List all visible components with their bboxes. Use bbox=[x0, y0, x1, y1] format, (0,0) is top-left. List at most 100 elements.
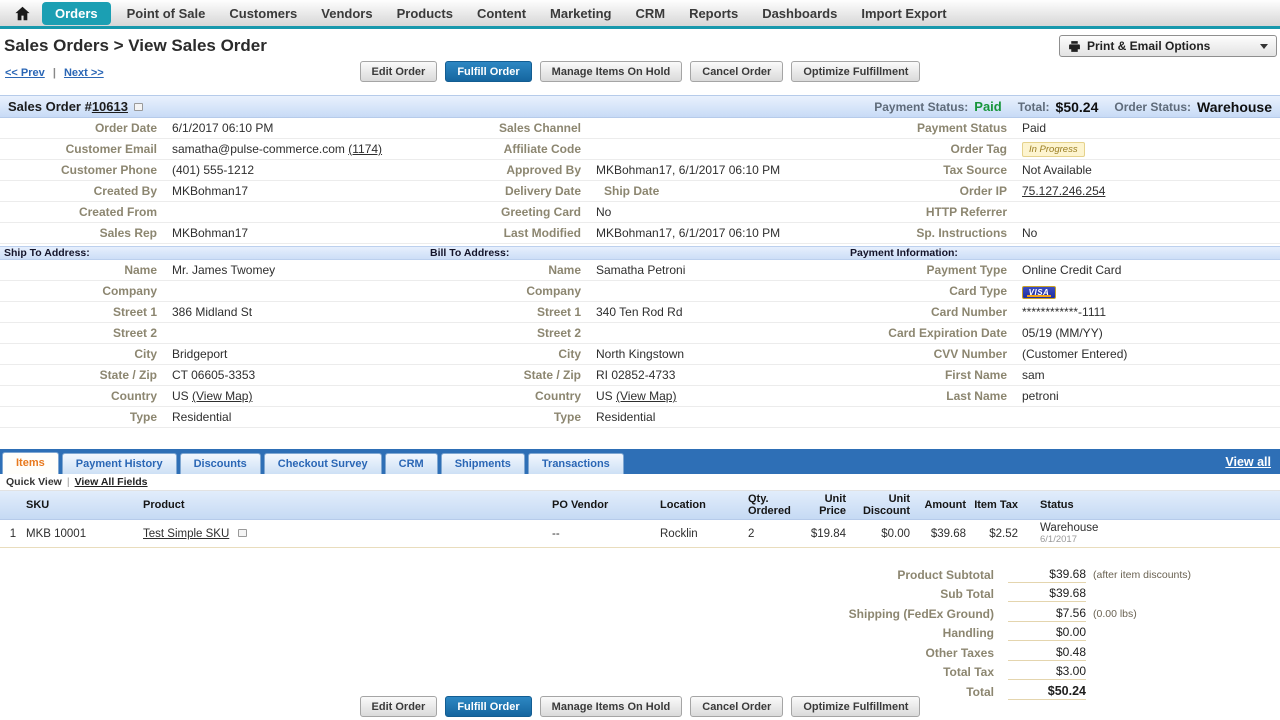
total-row-label: Other Taxes bbox=[925, 645, 994, 660]
toolbar: << Prev | Next >> Edit Order Fulfill Ord… bbox=[0, 61, 1280, 89]
tab-payment-history[interactable]: Payment History bbox=[61, 453, 177, 474]
view-all-link[interactable]: View all bbox=[1225, 455, 1280, 474]
total-row-value: $39.68 bbox=[1008, 567, 1086, 583]
optimize-fulfillment-button[interactable]: Optimize Fulfillment bbox=[791, 61, 921, 82]
col-unit-discount: Unit Discount bbox=[862, 493, 910, 517]
tab-checkout-survey[interactable]: Checkout Survey bbox=[263, 453, 382, 474]
product-cell: Test Simple SKU bbox=[143, 528, 552, 540]
address-row: City Bridgeport City North Kingstown CVV… bbox=[0, 344, 1280, 365]
col-qty-ordered: Qty. Ordered bbox=[748, 493, 791, 517]
manage-items-on-hold-button[interactable]: Manage Items On Hold bbox=[539, 61, 683, 82]
customer-email: samatha@pulse-commerce.com bbox=[172, 142, 345, 156]
unit-price-cell: $19.84 bbox=[810, 527, 846, 540]
comment-icon[interactable] bbox=[133, 102, 143, 111]
view-map-link[interactable]: (View Map) bbox=[192, 389, 252, 403]
table-row: 1 MKB 10001 Test Simple SKU -- Rocklin 2… bbox=[0, 520, 1280, 548]
field-label: Created From bbox=[78, 205, 157, 219]
field-value: Online Credit Card bbox=[1022, 263, 1122, 277]
field-value: No bbox=[596, 205, 612, 219]
fulfill-order-button[interactable]: Fulfill Order bbox=[445, 696, 532, 717]
nav-item-crm[interactable]: CRM bbox=[623, 2, 677, 25]
field-value: North Kingstown bbox=[596, 347, 685, 361]
nav-item-content[interactable]: Content bbox=[465, 2, 538, 25]
print-email-options-button[interactable]: Print & Email Options bbox=[1059, 35, 1277, 57]
order-summary-bar: Sales Order # 10613 Payment Status: Paid… bbox=[0, 95, 1280, 118]
order-ip-link[interactable]: 75.127.246.254 bbox=[1022, 184, 1105, 198]
nav-item-orders[interactable]: Orders bbox=[42, 1, 111, 25]
field-label: Country bbox=[111, 389, 157, 403]
country-value: US bbox=[172, 389, 189, 403]
nav-item-products[interactable]: Products bbox=[385, 2, 465, 25]
field-label: Delivery Date bbox=[504, 184, 581, 198]
field-label: State / Zip bbox=[99, 368, 157, 382]
nav-item-dashboards[interactable]: Dashboards bbox=[750, 2, 849, 25]
field-label: Tax Source bbox=[943, 163, 1007, 177]
qty-cell: 2 bbox=[748, 527, 755, 540]
field-label: Card Expiration Date bbox=[888, 326, 1007, 340]
tab-discounts[interactable]: Discounts bbox=[179, 453, 261, 474]
field-label: Sales Rep bbox=[99, 226, 157, 240]
view-map-link[interactable]: (View Map) bbox=[616, 389, 676, 403]
fulfill-order-button[interactable]: Fulfill Order bbox=[445, 61, 532, 82]
tab-crm[interactable]: CRM bbox=[384, 453, 438, 474]
po-vendor-cell: -- bbox=[552, 527, 560, 540]
edit-order-button[interactable]: Edit Order bbox=[359, 61, 438, 82]
field-value: RI 02852-4733 bbox=[596, 368, 676, 382]
sales-order-page: Orders Point of Sale Customers Vendors P… bbox=[0, 0, 1280, 720]
field-label: Last Modified bbox=[503, 226, 581, 240]
visa-card-icon: VISA bbox=[1022, 285, 1056, 299]
field-value: US (View Map) bbox=[586, 389, 850, 403]
field-label: Order Tag bbox=[950, 142, 1007, 156]
order-summary-right: Payment Status: Paid Total: $50.24 Order… bbox=[874, 99, 1272, 115]
tab-shipments[interactable]: Shipments bbox=[440, 453, 525, 474]
field-value: VISA bbox=[1012, 284, 1280, 299]
view-all-fields-link[interactable]: View All Fields bbox=[75, 476, 148, 488]
total-row-note: (0.00 lbs) bbox=[1093, 607, 1137, 620]
item-tax-cell: $2.52 bbox=[989, 527, 1018, 540]
field-value: Residential bbox=[596, 410, 656, 424]
nav-item-reports[interactable]: Reports bbox=[677, 2, 750, 25]
cancel-order-button[interactable]: Cancel Order bbox=[690, 696, 784, 717]
field-value: Residential bbox=[172, 410, 232, 424]
field-label: Payment Status bbox=[916, 121, 1007, 135]
nav-item-import-export[interactable]: Import Export bbox=[849, 2, 958, 25]
address-row: Type Residential Type Residential bbox=[0, 407, 1280, 428]
field-label: State / Zip bbox=[523, 368, 581, 382]
optimize-fulfillment-button[interactable]: Optimize Fulfillment bbox=[791, 696, 921, 717]
nav-item-marketing[interactable]: Marketing bbox=[538, 2, 623, 25]
field-value: CT 06605-3353 bbox=[172, 368, 256, 382]
product-link[interactable]: Test Simple SKU bbox=[143, 528, 229, 540]
quick-view-separator: | bbox=[66, 476, 70, 488]
field-label: Sp. Instructions bbox=[916, 226, 1007, 240]
total-row-label: Shipping (FedEx Ground) bbox=[848, 606, 994, 621]
field-label: Type bbox=[553, 410, 581, 424]
email-count-link[interactable]: (1174) bbox=[348, 142, 382, 156]
tab-transactions[interactable]: Transactions bbox=[527, 453, 624, 474]
field-value: (401) 555-1212 bbox=[172, 163, 255, 177]
quick-view-label[interactable]: Quick View bbox=[6, 476, 62, 488]
sku-cell: MKB 10001 bbox=[26, 527, 87, 540]
comment-icon[interactable] bbox=[238, 528, 248, 537]
nav-item-point-of-sale[interactable]: Point of Sale bbox=[115, 2, 218, 25]
field-label: CVV Number bbox=[933, 347, 1007, 361]
field-label: Card Type bbox=[949, 284, 1007, 298]
manage-items-on-hold-button[interactable]: Manage Items On Hold bbox=[539, 696, 683, 717]
field-label: Created By bbox=[93, 184, 157, 198]
order-number-label: Sales Order # bbox=[8, 99, 92, 114]
amount-cell: $39.68 bbox=[930, 527, 966, 540]
field-value: MKBohman17, 6/1/2017 06:10 PM bbox=[596, 226, 781, 240]
edit-order-button[interactable]: Edit Order bbox=[359, 696, 438, 717]
field-value: (Customer Entered) bbox=[1022, 347, 1128, 361]
nav-item-customers[interactable]: Customers bbox=[217, 2, 309, 25]
field-value: In Progress bbox=[1012, 141, 1280, 157]
nav-item-vendors[interactable]: Vendors bbox=[309, 2, 384, 25]
tab-items[interactable]: Items bbox=[2, 452, 59, 474]
cancel-order-button[interactable]: Cancel Order bbox=[690, 61, 784, 82]
order-number-link[interactable]: 10613 bbox=[92, 99, 128, 114]
total-row: Sub Total $39.68 bbox=[824, 585, 1244, 605]
home-icon[interactable] bbox=[14, 3, 34, 23]
address-details: Name Mr. James Twomey Name Samatha Petro… bbox=[0, 260, 1280, 428]
detail-row: Sales Rep MKBohman17 Last Modified MKBoh… bbox=[0, 223, 1280, 244]
field-value: MKBohman17 bbox=[172, 184, 249, 198]
dropdown-caret-icon bbox=[1260, 43, 1268, 49]
